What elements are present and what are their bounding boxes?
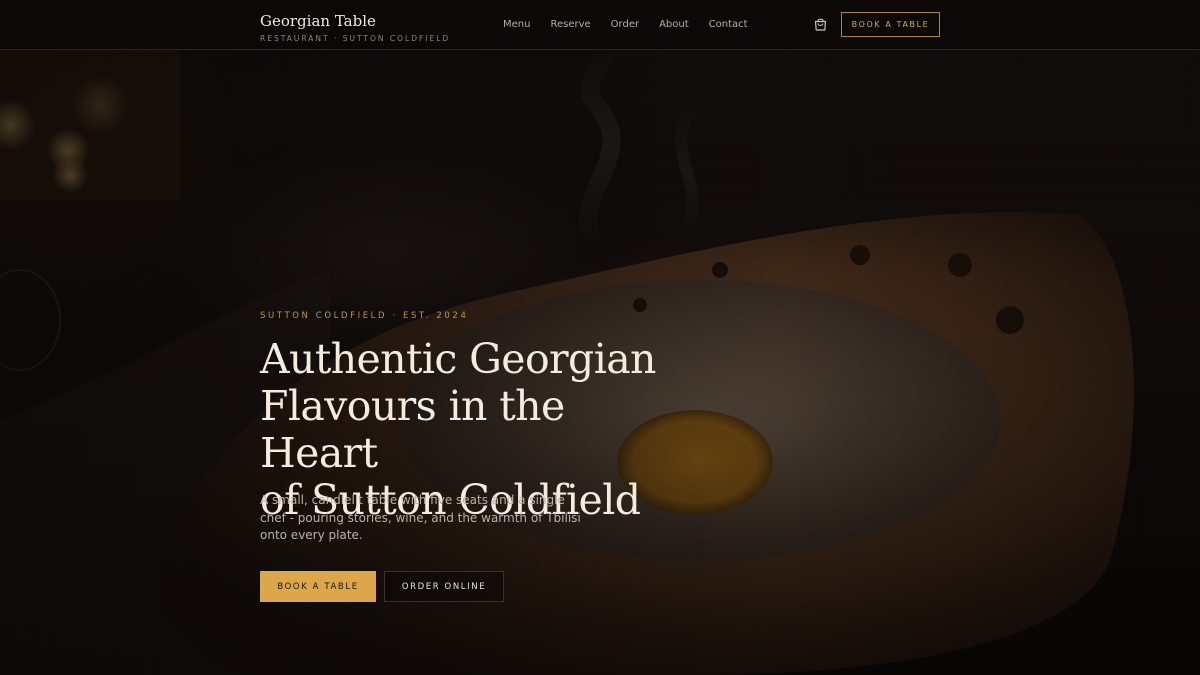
site-header: Georgian Table RESTAURANT · SUTTON COLDF… [0, 0, 1200, 50]
hero-order-online-button[interactable]: ORDER ONLINE [384, 571, 504, 602]
nav-order[interactable]: Order [611, 18, 639, 32]
headline-line-2: Flavours in the Heart [260, 382, 565, 477]
header-book-table-button[interactable]: BOOK A TABLE [841, 12, 940, 37]
brand[interactable]: Georgian Table RESTAURANT · SUTTON COLDF… [260, 12, 450, 43]
nav-about[interactable]: About [659, 18, 689, 32]
hero-eyebrow: SUTTON COLDFIELD · EST. 2024 [260, 311, 469, 321]
shopping-bag-icon[interactable] [813, 17, 828, 32]
brand-tagline: RESTAURANT · SUTTON COLDFIELD [260, 34, 451, 43]
main-nav: Menu Reserve Order About Contact [503, 18, 748, 32]
nav-reserve[interactable]: Reserve [550, 18, 590, 32]
hero-description: A small, candlelit table with five seats… [260, 493, 581, 542]
hero-book-table-button[interactable]: BOOK A TABLE [260, 571, 376, 602]
nav-menu[interactable]: Menu [503, 18, 530, 32]
brand-name[interactable]: Georgian Table [260, 12, 450, 30]
nav-contact[interactable]: Contact [709, 18, 748, 32]
headline-line-1: Authentic Georgian [260, 335, 656, 383]
